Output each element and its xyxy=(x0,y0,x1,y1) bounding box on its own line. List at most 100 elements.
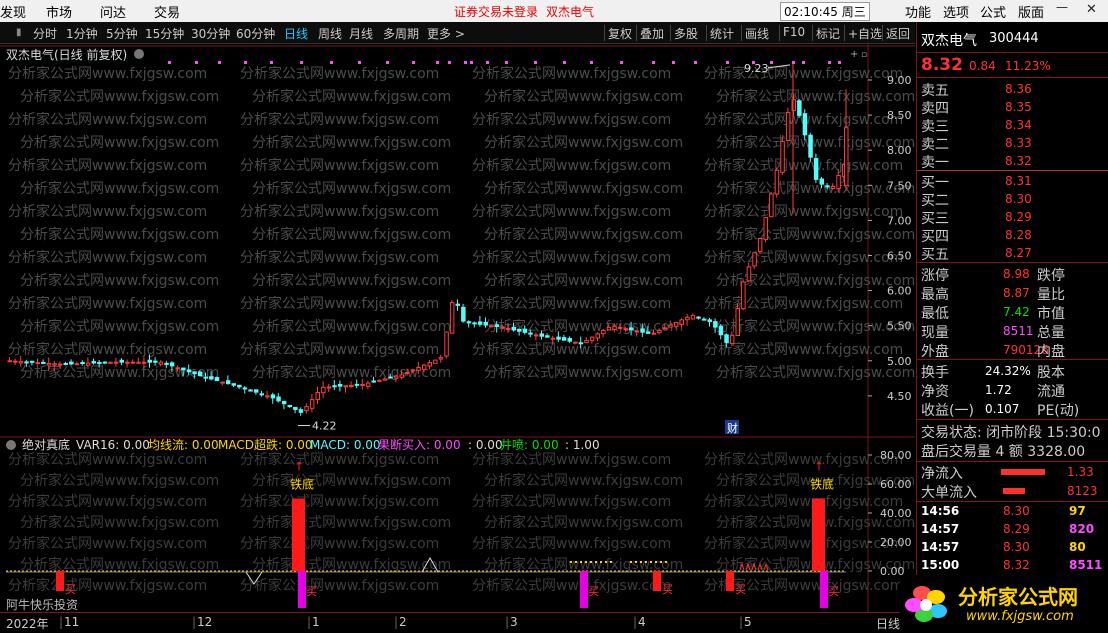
period-toolbar: ▮ 分时 1分钟 5分钟 15分钟 30分钟 60分钟 日线 周线 月线 多周期 更多 > 复权 叠加 多股… xyxy=(0,22,915,44)
close-icon[interactable]: ✕ xyxy=(1086,2,1097,17)
candle-body xyxy=(617,326,623,329)
tick-price-2: 8.30 xyxy=(1003,540,1030,554)
watermark-text: 分析家公式网www.fxjgsw.com xyxy=(484,226,683,243)
toolbar-separator xyxy=(706,25,707,41)
indicator-value-7: : 1.00 xyxy=(565,438,600,452)
candle-body xyxy=(668,324,673,328)
candle-body xyxy=(332,385,337,388)
watermark-text: 分析家公式网www.fxjgsw.com xyxy=(472,493,671,510)
period-tab-5[interactable]: 60分钟 xyxy=(236,25,275,42)
period-tab-7[interactable]: 周线 xyxy=(318,25,342,42)
period-indicator[interactable]: 日线 xyxy=(876,615,900,632)
candle-body xyxy=(231,383,236,386)
watermark-text: 分析家公式网www.fxjgsw.com xyxy=(8,341,207,358)
month-tick: | xyxy=(394,615,399,629)
flow-label-0: 净流入 xyxy=(921,466,963,482)
period-tab-10[interactable]: 更多 > xyxy=(427,25,465,42)
tool-button-6[interactable]: 标记 xyxy=(816,25,840,42)
bid-price-4: 8.27 xyxy=(1005,246,1032,260)
candle-body xyxy=(472,322,477,325)
price-tick-label: 8.00 xyxy=(887,144,912,157)
collapse-panel-icon[interactable]: ▫ xyxy=(861,50,867,60)
candle-body xyxy=(657,330,662,334)
tool-button-1[interactable]: 叠加 xyxy=(640,25,664,42)
candle-body xyxy=(550,337,556,340)
tool-button-7[interactable]: +自选 xyxy=(848,25,882,42)
tick-price-1: 8.29 xyxy=(1003,522,1030,536)
candle-body xyxy=(780,140,785,173)
signal-dot xyxy=(652,61,655,64)
bid-price-0: 8.31 xyxy=(1005,174,1032,188)
menu-right-1[interactable]: 选项 xyxy=(943,2,969,21)
menu-item-1[interactable]: 市场 xyxy=(46,2,72,21)
expand-panel-icon[interactable]: + xyxy=(850,49,858,60)
candle-body xyxy=(399,374,404,378)
login-notice[interactable]: 证券交易未登录 xyxy=(454,3,538,20)
signal-dot xyxy=(386,61,389,64)
signal-dot xyxy=(218,61,221,64)
period-tab-9[interactable]: 多周期 xyxy=(383,25,419,42)
finance-marker[interactable]: 财 xyxy=(727,421,738,435)
candle-body xyxy=(125,361,130,364)
period-tab-4[interactable]: 30分钟 xyxy=(191,25,230,42)
bid-price-3: 8.28 xyxy=(1005,228,1032,242)
month-label-3: 2 xyxy=(399,615,407,629)
tool-button-5[interactable]: F10 xyxy=(783,25,805,39)
minimize-icon[interactable]: — xyxy=(1056,0,1068,14)
period-tab-6[interactable]: 日线 xyxy=(284,25,308,42)
period-tab-2[interactable]: 5分钟 xyxy=(106,25,138,42)
tool-button-8[interactable]: 返回 xyxy=(886,25,910,42)
toolbar-expand-icon[interactable]: ▮ xyxy=(16,27,22,38)
tick-time-1: 14:57 xyxy=(921,522,960,536)
watermark-text: 分析家公式网www.fxjgsw.com xyxy=(20,180,219,197)
signal-dot xyxy=(412,61,415,64)
watermark-text: 分析家公式网www.fxjgsw.com xyxy=(8,111,207,128)
candle-body xyxy=(393,375,399,379)
menu-item-2[interactable]: 问达 xyxy=(100,2,126,21)
candle-body xyxy=(41,361,46,364)
period-tab-3[interactable]: 15分钟 xyxy=(145,25,184,42)
period-tab-0[interactable]: 分时 xyxy=(33,25,57,42)
watermark-text: 分析家公式网www.fxjgsw.com xyxy=(8,249,207,266)
period-tab-1[interactable]: 1分钟 xyxy=(66,25,98,42)
candle-body xyxy=(18,361,24,364)
candle-body xyxy=(416,366,421,371)
candle-body xyxy=(102,361,108,364)
menu-right-2[interactable]: 公式 xyxy=(980,2,1006,21)
menu-right-0[interactable]: 功能 xyxy=(905,2,931,21)
chart-area[interactable]: 双杰电气(日线 前复权) + ▫ 分析家公式网www.fxjgsw.com 分析家公式网… xyxy=(0,44,915,628)
yellow-dot xyxy=(635,561,637,563)
watermark-text: 分析家公式网www.fxjgsw.com xyxy=(8,295,207,312)
indicator-value-2: MACD超跌: 0.00 xyxy=(218,437,313,452)
menu-right-3[interactable]: 版面 xyxy=(1018,2,1044,21)
menu-item-0[interactable]: 发现 xyxy=(0,2,26,21)
candle-body xyxy=(225,380,231,385)
signal-dot xyxy=(436,61,439,64)
signal-dot xyxy=(792,61,795,64)
tool-button-0[interactable]: 复权 xyxy=(608,25,632,42)
indicator-tick-label: 20.00 xyxy=(880,536,912,549)
indicator-tick-label: 80.00 xyxy=(880,449,912,462)
candle-body xyxy=(175,367,180,370)
tool-button-2[interactable]: 多股 xyxy=(674,25,698,42)
candle-body xyxy=(69,361,74,365)
menu-item-3[interactable]: 交易 xyxy=(154,2,180,21)
candle-body xyxy=(517,328,522,332)
tool-button-3[interactable]: 统计 xyxy=(710,25,734,42)
stat2-label-0: 换手 xyxy=(921,365,949,381)
divider xyxy=(917,419,1108,420)
candle-body xyxy=(141,361,147,364)
candle-body xyxy=(477,321,483,325)
indicator-tick-label: 40.00 xyxy=(880,507,912,520)
kline-chart[interactable]: 双杰电气(日线 前复权) + ▫ 分析家公式网www.fxjgsw.com 分析家公式网… xyxy=(0,44,915,612)
chart-settings-icon[interactable] xyxy=(134,49,144,59)
indicator-settings-icon[interactable] xyxy=(6,440,16,450)
candle-body xyxy=(729,334,735,344)
tool-button-4[interactable]: 画线 xyxy=(745,25,769,42)
candle-body xyxy=(696,316,701,319)
candle-body xyxy=(192,371,197,375)
tiedi-label: 铁底 xyxy=(810,477,834,492)
period-tab-8[interactable]: 月线 xyxy=(349,25,373,42)
yellow-dot xyxy=(585,561,587,563)
stat-value-0: 8.98 xyxy=(1003,267,1030,281)
